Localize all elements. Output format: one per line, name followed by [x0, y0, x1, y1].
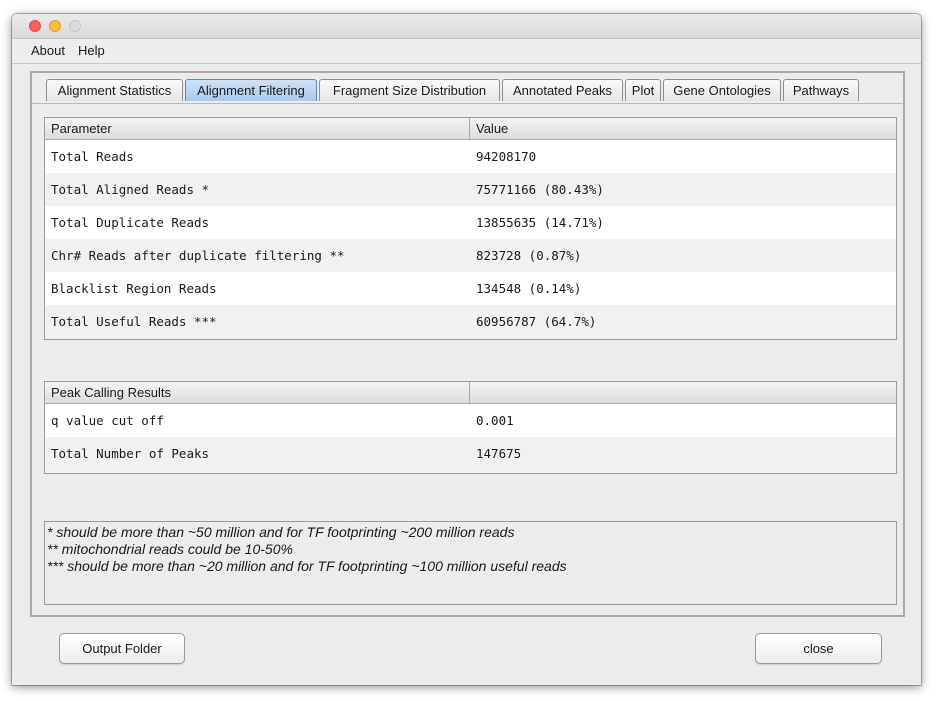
- tab-alignment-filtering[interactable]: Alignment Filtering: [185, 79, 317, 101]
- output-folder-button[interactable]: Output Folder: [59, 633, 185, 664]
- menu-bar: About Help: [12, 39, 921, 64]
- table-row[interactable]: Total Number of Peaks 147675: [45, 437, 896, 470]
- tab-annotated-peaks[interactable]: Annotated Peaks: [502, 79, 623, 101]
- close-button[interactable]: close: [755, 633, 882, 664]
- column-header-value[interactable]: Value: [470, 118, 896, 139]
- table-body: q value cut off 0.001 Total Number of Pe…: [45, 404, 896, 470]
- table-row[interactable]: Chr# Reads after duplicate filtering ** …: [45, 239, 896, 272]
- parameter-cell: Total Reads: [51, 149, 134, 164]
- tab-alignment-statistics[interactable]: Alignment Statistics: [46, 79, 183, 101]
- column-header-parameter[interactable]: Parameter: [45, 118, 470, 139]
- value-cell: 94208170: [476, 149, 537, 164]
- tab-gene-ontologies[interactable]: Gene Ontologies: [663, 79, 781, 101]
- footnote-line: * should be more than ~50 million and fo…: [47, 524, 515, 540]
- table-header: Parameter Value: [45, 118, 896, 140]
- footnotes-area[interactable]: * should be more than ~50 million and fo…: [44, 521, 897, 605]
- value-cell: 147675: [476, 446, 522, 461]
- footnote-line: ** mitochondrial reads could be 10-50%: [47, 541, 293, 557]
- value-cell: 823728 (0.87%): [476, 248, 582, 263]
- close-window-icon[interactable]: [29, 20, 41, 32]
- value-cell: 75771166 (80.43%): [476, 182, 604, 197]
- table-row[interactable]: Total Duplicate Reads 13855635 (14.71%): [45, 206, 896, 239]
- table-header: Peak Calling Results: [45, 382, 896, 404]
- parameter-cell: Total Useful Reads ***: [51, 314, 217, 329]
- menu-help[interactable]: Help: [78, 43, 105, 58]
- tab-plot[interactable]: Plot: [625, 79, 661, 101]
- column-header-value[interactable]: [470, 382, 896, 403]
- tab-panel: Alignment Statistics Alignment Filtering…: [30, 71, 905, 617]
- column-header-peak-calling-results[interactable]: Peak Calling Results: [45, 382, 470, 403]
- tab-divider: [32, 103, 903, 104]
- menu-about[interactable]: About: [31, 43, 65, 58]
- app-window: About Help Alignment Statistics Alignmen…: [12, 14, 921, 685]
- value-cell: 13855635 (14.71%): [476, 215, 604, 230]
- minimize-window-icon[interactable]: [49, 20, 61, 32]
- tab-fragment-size-distribution[interactable]: Fragment Size Distribution: [319, 79, 500, 101]
- value-cell: 0.001: [476, 413, 514, 428]
- table-row[interactable]: q value cut off 0.001: [45, 404, 896, 437]
- tab-pathways[interactable]: Pathways: [783, 79, 859, 101]
- parameter-cell: Blacklist Region Reads: [51, 281, 217, 296]
- table-body: Total Reads 94208170 Total Aligned Reads…: [45, 140, 896, 338]
- table-row[interactable]: Total Useful Reads *** 60956787 (64.7%): [45, 305, 896, 338]
- alignment-stats-table: Parameter Value Total Reads 94208170 Tot…: [44, 117, 897, 340]
- parameter-cell: Total Aligned Reads *: [51, 182, 210, 197]
- table-row[interactable]: Total Reads 94208170: [45, 140, 896, 173]
- peak-calling-table: Peak Calling Results q value cut off 0.0…: [44, 381, 897, 474]
- value-cell: 60956787 (64.7%): [476, 314, 597, 329]
- table-row[interactable]: Blacklist Region Reads 134548 (0.14%): [45, 272, 896, 305]
- footnote-line: *** should be more than ~20 million and …: [47, 558, 567, 574]
- parameter-cell: Chr# Reads after duplicate filtering **: [51, 248, 345, 263]
- value-cell: 134548 (0.14%): [476, 281, 582, 296]
- parameter-cell: Total Duplicate Reads: [51, 215, 210, 230]
- table-row[interactable]: Total Aligned Reads * 75771166 (80.43%): [45, 173, 896, 206]
- title-bar: [12, 14, 921, 39]
- zoom-window-icon[interactable]: [69, 20, 81, 32]
- parameter-cell: q value cut off: [51, 413, 164, 428]
- parameter-cell: Total Number of Peaks: [51, 446, 210, 461]
